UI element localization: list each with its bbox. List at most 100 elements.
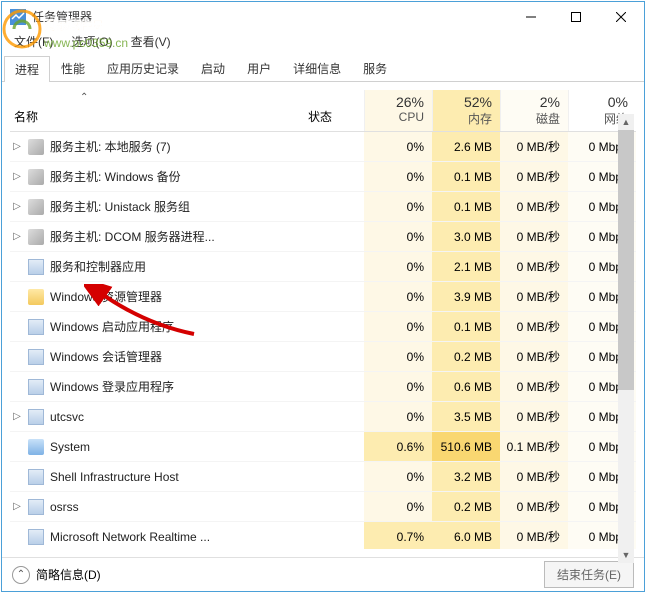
column-headers: ⌃ 名称 状态 26% CPU 52% 内存 2% 磁盘 0% 网络 <box>10 90 636 132</box>
process-row[interactable]: Microsoft Network Realtime ...0.7%6.0 MB… <box>10 522 636 549</box>
process-row[interactable]: ▷服务主机: DCOM 服务器进程...0%3.0 MB0 MB/秒0 Mbps <box>10 222 636 252</box>
process-list-panel: ⌃ 名称 状态 26% CPU 52% 内存 2% 磁盘 0% 网络 ▷ 服务主机… <box>2 82 644 557</box>
cpu-cell: 0% <box>364 132 432 161</box>
process-name: 服务主机: DCOM 服务器进程... <box>50 228 304 245</box>
scroll-down-icon[interactable]: ▼ <box>618 547 634 563</box>
disk-cell: 0 MB/秒 <box>500 342 568 371</box>
disk-cell: 0 MB/秒 <box>500 522 568 549</box>
process-row[interactable]: ▷utcsvc0%3.5 MB0 MB/秒0 Mbps <box>10 402 636 432</box>
disk-usage-pct: 2% <box>505 94 560 110</box>
scroll-up-icon[interactable]: ▲ <box>618 114 634 130</box>
process-icon <box>28 139 44 155</box>
cpu-cell: 0% <box>364 462 432 491</box>
process-icon <box>28 229 44 245</box>
process-icon <box>28 469 44 485</box>
task-manager-window: 任务管理器 文件(F) 选项(O) 查看(V) 进程 性能 应用历史记录 启动 … <box>1 1 645 592</box>
memory-cell: 3.0 MB <box>432 222 500 251</box>
app-icon <box>10 9 26 25</box>
cpu-cell: 0.6% <box>364 432 432 461</box>
menu-options[interactable]: 选项(O) <box>67 31 116 52</box>
scroll-thumb[interactable] <box>618 130 634 390</box>
header-name[interactable]: ⌃ 名称 <box>10 90 304 131</box>
disk-cell: 0 MB/秒 <box>500 312 568 341</box>
process-row[interactable]: ▷服务主机: Windows 备份0%0.1 MB0 MB/秒0 Mbps <box>10 162 636 192</box>
tab-performance[interactable]: 性能 <box>50 55 96 81</box>
maximize-button[interactable] <box>553 2 598 31</box>
disk-cell: 0 MB/秒 <box>500 162 568 191</box>
process-icon <box>28 319 44 335</box>
disk-cell: 0.1 MB/秒 <box>500 432 568 461</box>
process-name: System <box>50 440 304 454</box>
tab-apphistory[interactable]: 应用历史记录 <box>96 55 190 81</box>
process-row[interactable]: 服务和控制器应用0%2.1 MB0 MB/秒0 Mbps <box>10 252 636 282</box>
tab-details[interactable]: 详细信息 <box>282 55 352 81</box>
menu-file[interactable]: 文件(F) <box>10 31 57 52</box>
sort-indicator-icon: ⌃ <box>80 92 88 103</box>
fewer-details-link[interactable]: 简略信息(D) <box>36 566 101 583</box>
memory-cell: 3.2 MB <box>432 462 500 491</box>
expand-icon[interactable]: ▷ <box>10 231 24 242</box>
process-icon <box>28 409 44 425</box>
process-row[interactable]: Windows 会话管理器0%0.2 MB0 MB/秒0 Mbps <box>10 342 636 372</box>
expand-icon[interactable]: ▷ <box>10 501 24 512</box>
cpu-cell: 0% <box>364 162 432 191</box>
process-name: Windows 登录应用程序 <box>50 378 304 395</box>
memory-usage-pct: 52% <box>437 94 492 110</box>
process-row[interactable]: ▷服务主机: Unistack 服务组0%0.1 MB0 MB/秒0 Mbps <box>10 192 636 222</box>
tab-users[interactable]: 用户 <box>236 55 282 81</box>
process-icon <box>28 529 44 545</box>
collapse-icon[interactable]: ⌃ <box>12 566 30 584</box>
vertical-scrollbar[interactable]: ▲ ▼ <box>618 130 634 547</box>
process-rows[interactable]: ▷服务主机: 本地服务 (7)0%2.6 MB0 MB/秒0 Mbps▷服务主机… <box>10 132 636 549</box>
process-row[interactable]: Windows 登录应用程序0%0.6 MB0 MB/秒0 Mbps <box>10 372 636 402</box>
process-name: 服务主机: 本地服务 (7) <box>50 138 304 155</box>
process-name: 服务和控制器应用 <box>50 258 304 275</box>
process-icon <box>28 169 44 185</box>
menu-view[interactable]: 查看(V) <box>127 31 175 52</box>
process-icon <box>28 199 44 215</box>
process-name: 服务主机: Windows 备份 <box>50 168 304 185</box>
tab-processes[interactable]: 进程 <box>4 56 50 82</box>
header-status[interactable]: 状态 <box>304 90 364 131</box>
memory-cell: 0.1 MB <box>432 162 500 191</box>
process-row[interactable]: ▷osrss0%0.2 MB0 MB/秒0 Mbps <box>10 492 636 522</box>
process-name: Shell Infrastructure Host <box>50 470 304 484</box>
expand-icon[interactable]: ▷ <box>10 141 24 152</box>
memory-cell: 0.1 MB <box>432 312 500 341</box>
cpu-cell: 0.7% <box>364 522 432 549</box>
cpu-cell: 0% <box>364 282 432 311</box>
memory-cell: 3.5 MB <box>432 402 500 431</box>
cpu-cell: 0% <box>364 492 432 521</box>
close-button[interactable] <box>598 2 644 31</box>
end-task-button[interactable]: 结束任务(E) <box>544 561 634 588</box>
process-row[interactable]: Shell Infrastructure Host0%3.2 MB0 MB/秒0… <box>10 462 636 492</box>
process-row[interactable]: System0.6%510.6 MB0.1 MB/秒0 Mbps <box>10 432 636 462</box>
memory-cell: 2.1 MB <box>432 252 500 281</box>
header-memory[interactable]: 52% 内存 <box>432 90 500 131</box>
expand-icon[interactable]: ▷ <box>10 201 24 212</box>
process-row[interactable]: Windows 资源管理器0%3.9 MB0 MB/秒0 Mbps <box>10 282 636 312</box>
process-name: 服务主机: Unistack 服务组 <box>50 198 304 215</box>
process-row[interactable]: ▷服务主机: 本地服务 (7)0%2.6 MB0 MB/秒0 Mbps <box>10 132 636 162</box>
header-disk[interactable]: 2% 磁盘 <box>500 90 568 131</box>
process-row[interactable]: Windows 启动应用程序0%0.1 MB0 MB/秒0 Mbps <box>10 312 636 342</box>
expand-icon[interactable]: ▷ <box>10 411 24 422</box>
memory-cell: 0.6 MB <box>432 372 500 401</box>
expand-icon[interactable]: ▷ <box>10 171 24 182</box>
process-icon <box>28 259 44 275</box>
minimize-button[interactable] <box>508 2 553 31</box>
tab-startup[interactable]: 启动 <box>190 55 236 81</box>
cpu-usage-pct: 26% <box>369 94 424 110</box>
process-icon <box>28 289 44 305</box>
network-usage-pct: 0% <box>573 94 628 110</box>
disk-cell: 0 MB/秒 <box>500 252 568 281</box>
disk-cell: 0 MB/秒 <box>500 192 568 221</box>
header-cpu[interactable]: 26% CPU <box>364 90 432 131</box>
disk-cell: 0 MB/秒 <box>500 222 568 251</box>
cpu-cell: 0% <box>364 402 432 431</box>
tab-services[interactable]: 服务 <box>352 55 398 81</box>
cpu-cell: 0% <box>364 312 432 341</box>
titlebar[interactable]: 任务管理器 <box>2 2 644 31</box>
disk-cell: 0 MB/秒 <box>500 492 568 521</box>
disk-cell: 0 MB/秒 <box>500 462 568 491</box>
